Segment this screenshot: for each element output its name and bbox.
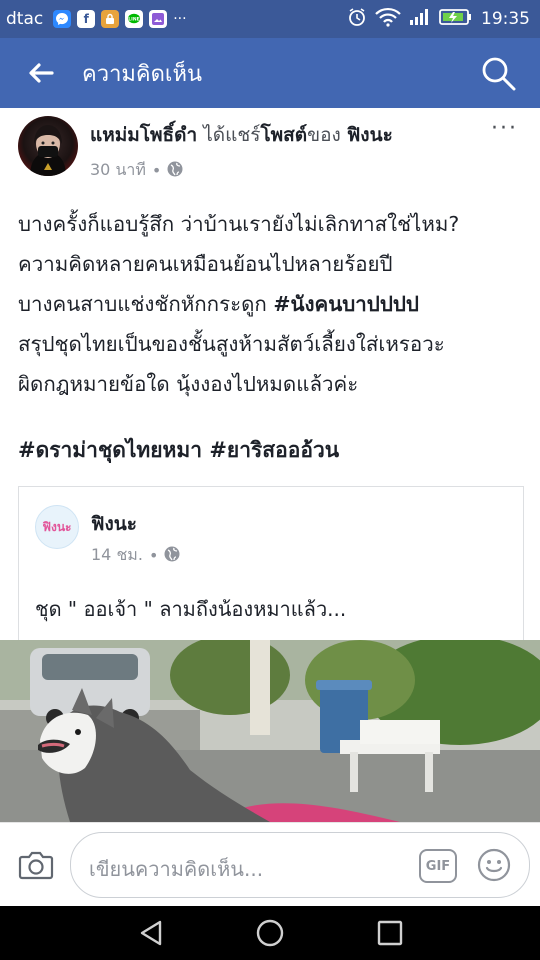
comment-input[interactable]: เขียนความคิดเห็น... GIF: [70, 832, 530, 898]
of-word: ของ: [307, 124, 341, 146]
shared-post-time[interactable]: 14 ชม.: [91, 543, 143, 568]
status-bar: dtac f LINE ··· 19:35: [0, 0, 540, 38]
nav-home-icon[interactable]: [255, 918, 285, 948]
post-meta: 30 นาที •: [90, 158, 183, 183]
lock-app-icon: [101, 10, 120, 28]
app-header: ความคิดเห็น: [0, 38, 540, 108]
post-line-4: สรุปชุดไทยเป็นของชั้นสูงห้ามสัตว์เลี้ยงใ…: [18, 332, 445, 356]
post-hashtags[interactable]: #ดราม่าชุดไทยหมา #ยาริสอออ้วน: [18, 434, 339, 467]
author-name[interactable]: แหม่มโพธิ์ดำ: [90, 124, 197, 146]
author-avatar[interactable]: [18, 116, 78, 176]
post-line-3: บางคนสาบแช่งชักหักกระดูก #นังคนบาปปปป: [18, 284, 528, 324]
shared-page-name[interactable]: ฟิงนะ: [91, 509, 137, 539]
line-icon: LINE: [125, 10, 144, 28]
shared-post-text: ชุด " ออเจ้า " ลามถึงน้องหมาแล้ว...: [35, 597, 347, 621]
post-body: บางครั้งก็แอบรู้สึก ว่าบ้านเรายังไม่เลิก…: [18, 204, 528, 404]
post-link[interactable]: โพสต์: [260, 124, 307, 146]
globe-icon: [167, 161, 183, 181]
source-page-name[interactable]: ฟิงนะ: [347, 124, 393, 146]
author-line: แหม่มโพธิ์ดำ ได้แชร์โพสต์ของ ฟิงนะ: [90, 120, 393, 150]
post-line-5: ผิดกฎหมายข้อใด นุ้งงองไปหมดแล้วค่ะ: [18, 372, 359, 396]
battery-icon: [439, 8, 473, 30]
post-line-1: บางครั้งก็แอบรู้สึก ว่าบ้านเรายังไม่เลิก…: [18, 212, 460, 236]
gif-button[interactable]: GIF: [419, 849, 457, 883]
post: แหม่มโพธิ์ดำ ได้แชร์โพสต์ของ ฟิงนะ ··· 3…: [0, 108, 540, 642]
post-time[interactable]: 30 นาที: [90, 158, 146, 183]
meta-dot: •: [151, 161, 162, 180]
page-title: ความคิดเห็น: [82, 61, 202, 87]
post-photo[interactable]: [0, 640, 540, 822]
messenger-icon: [53, 10, 72, 28]
system-nav-bar: [0, 906, 540, 960]
wifi-icon: [375, 7, 401, 31]
alarm-icon: [347, 7, 367, 31]
back-arrow-icon[interactable]: [26, 58, 56, 88]
shared-post-meta: 14 ชม. •: [91, 543, 180, 568]
nav-back-icon[interactable]: [136, 918, 166, 948]
search-icon[interactable]: [480, 55, 518, 93]
camera-icon[interactable]: [18, 849, 54, 881]
shared-meta-dot: •: [148, 546, 159, 565]
globe-icon: [164, 546, 180, 566]
signal-icon: [409, 8, 431, 30]
inline-hashtag[interactable]: #นังคนบาปปปป: [273, 292, 419, 316]
carrier-label: dtac: [6, 9, 44, 29]
comment-input-placeholder: เขียนความคิดเห็น...: [89, 857, 264, 881]
shared-verb: ได้แชร์: [203, 124, 261, 146]
more-notifications: ···: [173, 11, 187, 27]
shared-post-card[interactable]: ฟิงนะ ฟิงนะ 14 ชม. • ชุด " ออเจ้า " ลามถ…: [18, 486, 524, 642]
facebook-icon: f: [77, 10, 96, 28]
comment-composer: เขียนความคิดเห็น... GIF: [0, 822, 540, 907]
post-line-3-text: บางคนสาบแช่งชักหักกระดูก: [18, 292, 274, 316]
clock: 19:35: [481, 9, 530, 29]
emoji-icon[interactable]: [477, 848, 511, 882]
nav-recents-icon[interactable]: [375, 918, 405, 948]
svg-text:LINE: LINE: [129, 17, 140, 23]
post-more-icon[interactable]: ···: [491, 116, 518, 141]
gallery-icon: [149, 10, 168, 28]
shared-page-avatar[interactable]: ฟิงนะ: [35, 505, 79, 549]
post-line-2: ความคิดหลายคนเหมือนย้อนไปหลายร้อยปี: [18, 252, 393, 276]
